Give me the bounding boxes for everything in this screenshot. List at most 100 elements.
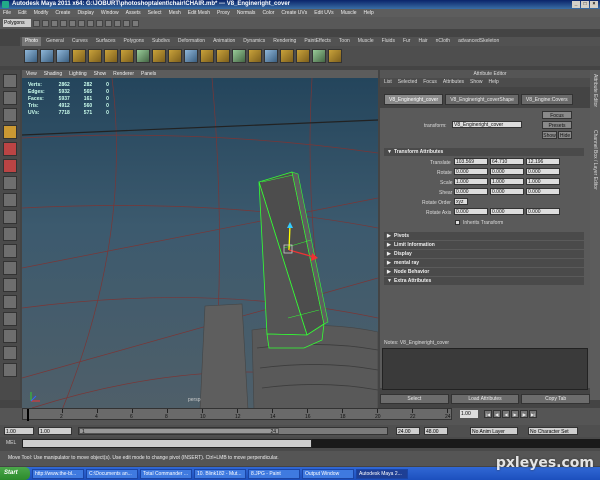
- rotate-axis-y-field[interactable]: 0.000: [490, 208, 524, 215]
- menu-set-select[interactable]: Polygons: [3, 19, 31, 27]
- shear-y-field[interactable]: 0.000: [490, 188, 524, 195]
- rotate-tool-icon[interactable]: [3, 142, 17, 156]
- copy-tab-button[interactable]: Copy Tab: [521, 394, 591, 404]
- section-node-behavior[interactable]: ▶ Node Behavior: [384, 268, 584, 276]
- persp-outliner-layout-icon[interactable]: [3, 244, 17, 258]
- mirror-geometry-icon[interactable]: [264, 49, 278, 63]
- snap-curve-icon[interactable]: [96, 19, 103, 27]
- snap-point-icon[interactable]: [105, 19, 112, 27]
- menu-assets[interactable]: Assets: [126, 9, 141, 17]
- menu-mesh[interactable]: Mesh: [169, 9, 181, 17]
- select-object-icon[interactable]: [69, 19, 76, 27]
- menu-select[interactable]: Select: [148, 9, 162, 17]
- rotate-x-field[interactable]: 0.000: [454, 168, 488, 175]
- menu-edit[interactable]: Edit: [18, 9, 27, 17]
- playback-end-field[interactable]: 24.00: [396, 427, 420, 435]
- extrude-icon[interactable]: [72, 49, 86, 63]
- render-icon[interactable]: [114, 19, 121, 27]
- menu-file[interactable]: File: [3, 9, 11, 17]
- load-attributes-button[interactable]: Load Attributes: [450, 394, 520, 404]
- outliner-icon[interactable]: [328, 49, 342, 63]
- persp-graph-layout-icon[interactable]: [3, 261, 17, 275]
- current-time-indicator[interactable]: [27, 409, 29, 421]
- play-backwards-button[interactable]: ◀: [502, 410, 510, 418]
- lasso-tool-icon[interactable]: [3, 91, 17, 105]
- side-tab-attribute-editor[interactable]: Attribute Editor: [592, 74, 598, 107]
- poly-sphere-icon[interactable]: [24, 49, 38, 63]
- menu-normals[interactable]: Normals: [237, 9, 256, 17]
- shelf-tab-fur[interactable]: Fur: [400, 37, 414, 46]
- section-limit-information[interactable]: ▶ Limit Information: [384, 241, 584, 249]
- script-editor-layout-icon[interactable]: [3, 363, 17, 377]
- scale-y-field[interactable]: 1.000: [490, 178, 524, 185]
- scale-z-field[interactable]: 1.000: [526, 178, 560, 185]
- smooth-icon[interactable]: [184, 49, 198, 63]
- taskbar-item[interactable]: 8.JPG - Paint: [248, 468, 300, 479]
- perspective-viewport[interactable]: Verts: 2862 282 0 Edges: 5932 565 0 Faces: 5937…: [22, 78, 378, 410]
- section-extra-attributes[interactable]: ▼ Extra Attributes: [384, 277, 584, 285]
- section-pivots[interactable]: ▶ Pivots: [384, 232, 584, 240]
- shelf-tab-surfaces[interactable]: Surfaces: [93, 37, 119, 46]
- open-scene-icon[interactable]: [42, 19, 49, 27]
- shelf-tab-muscle[interactable]: Muscle: [355, 37, 377, 46]
- time-ruler[interactable]: 2 4 6 8 10 12 14 16 18 20 22 24: [22, 408, 452, 421]
- insert-edge-loop-icon[interactable]: [104, 49, 118, 63]
- anim-layer-select[interactable]: No Anim Layer: [470, 427, 518, 435]
- attr-menu-attributes[interactable]: Attributes: [443, 78, 464, 87]
- hide-button[interactable]: Hide: [558, 131, 572, 139]
- menu-muscle[interactable]: Muscle: [341, 9, 357, 17]
- ipr-render-icon[interactable]: [123, 19, 130, 27]
- poly-cube-icon[interactable]: [40, 49, 54, 63]
- translate-z-field[interactable]: 12.196: [526, 158, 560, 165]
- viewport-menu-shading[interactable]: Shading: [44, 70, 62, 78]
- combine-icon[interactable]: [200, 49, 214, 63]
- shelf-tab-subdivs[interactable]: Subdivs: [149, 37, 173, 46]
- attr-menu-show[interactable]: Show: [470, 78, 483, 87]
- hypershade-icon[interactable]: [248, 49, 262, 63]
- side-tab-channel-box[interactable]: Channel Box / Layer Editor: [592, 130, 598, 190]
- show-button[interactable]: Show: [542, 131, 557, 139]
- section-display[interactable]: ▶ Display: [384, 250, 584, 258]
- selected-engine-cover-mesh[interactable]: [258, 171, 329, 349]
- menu-edit-uvs[interactable]: Edit UVs: [314, 9, 333, 17]
- rotate-order-select[interactable]: xyz: [454, 198, 468, 205]
- range-slider[interactable]: 1 24: [78, 427, 388, 435]
- select-tool-icon[interactable]: [3, 74, 17, 88]
- menu-window[interactable]: Window: [101, 9, 119, 17]
- menu-proxy[interactable]: Proxy: [217, 9, 230, 17]
- attr-tab-v8-engineright-covershape[interactable]: V8_Engineright_coverShape: [445, 94, 519, 105]
- persp-uv-layout-icon[interactable]: [3, 295, 17, 309]
- focus-button[interactable]: Focus: [542, 111, 572, 119]
- append-polygon-icon[interactable]: [168, 49, 182, 63]
- merge-vertices-icon[interactable]: [120, 49, 134, 63]
- section-mental-ray[interactable]: ▶ mental ray: [384, 259, 584, 267]
- translate-x-field[interactable]: 103.569: [454, 158, 488, 165]
- shelf-tab-rendering[interactable]: Rendering: [270, 37, 299, 46]
- anim-start-field[interactable]: 1.00: [4, 427, 34, 435]
- taskbar-item[interactable]: 10. Blink182 - Mut...: [194, 468, 246, 479]
- anim-end-field[interactable]: 48.00: [424, 427, 448, 435]
- shelf-tab-painteffects[interactable]: PaintEffects: [301, 37, 334, 46]
- mel-label[interactable]: MEL: [6, 440, 16, 446]
- rotate-y-field[interactable]: 0.000: [490, 168, 524, 175]
- shelf-tab-general[interactable]: General: [43, 37, 67, 46]
- menu-edit-mesh[interactable]: Edit Mesh: [188, 9, 210, 17]
- freeze-transform-icon[interactable]: [312, 49, 326, 63]
- go-to-end-button[interactable]: ▶|: [529, 410, 537, 418]
- close-button[interactable]: ×: [590, 1, 598, 8]
- start-button[interactable]: Start: [0, 467, 30, 480]
- viewport-menu-renderer[interactable]: Renderer: [113, 70, 134, 78]
- section-transform-attributes[interactable]: ▼ Transform Attributes: [384, 148, 584, 156]
- shelf-tab-polygons[interactable]: Polygons: [120, 37, 147, 46]
- rotate-z-field[interactable]: 0.000: [526, 168, 560, 175]
- taskbar-item[interactable]: Total Commander ...: [140, 468, 192, 479]
- minimize-button[interactable]: _: [572, 1, 580, 8]
- transform-name-field[interactable]: V8_Engineright_cover: [452, 121, 522, 128]
- shelf-tab-hair[interactable]: Hair: [415, 37, 430, 46]
- single-perspective-layout-icon[interactable]: [3, 210, 17, 224]
- poly-cylinder-icon[interactable]: [56, 49, 70, 63]
- shelf-tab-deformation[interactable]: Deformation: [175, 37, 208, 46]
- render-view-layout-icon[interactable]: [3, 346, 17, 360]
- shelf-tab-photo[interactable]: Photo: [22, 37, 42, 46]
- bridge-icon[interactable]: [152, 49, 166, 63]
